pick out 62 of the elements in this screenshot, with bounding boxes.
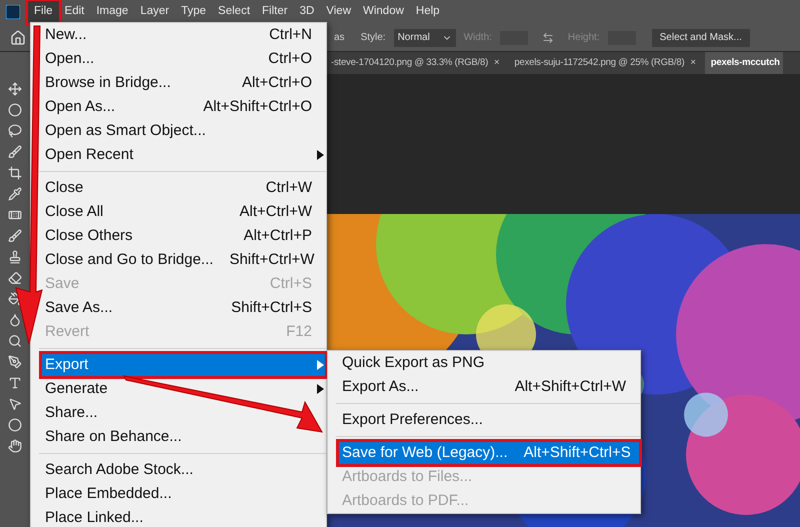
option-label: as [334,31,345,45]
pointer-icon[interactable] [8,397,22,411]
bandage-icon[interactable] [8,208,22,222]
hand-icon[interactable] [8,439,22,453]
menu-item[interactable]: Share on Behance... [41,425,326,449]
close-tab-button[interactable]: × [690,56,702,70]
menu-bar-item[interactable]: Image [90,1,134,23]
menu-bar-item[interactable]: Help [410,1,446,23]
menu-item[interactable]: Close All Alt+Ctrl+W [41,200,326,224]
swap-icon[interactable] [542,32,554,44]
menu-bar-item[interactable]: Select [212,1,256,23]
menu-item[interactable]: Export Preferences... [338,408,640,432]
menu-item[interactable]: Quick Export as PNG [338,351,640,375]
menu-item[interactable]: Place Linked... [41,506,326,527]
menu-item[interactable]: Save for Web (Legacy)... Alt+Shift+Ctrl+S [338,441,640,465]
menu-item[interactable]: Close and Go to Bridge... Shift+Ctrl+W [41,248,326,272]
magnifier-icon[interactable] [8,334,22,348]
menu-bar-item[interactable]: 3D [294,1,320,23]
menu-item[interactable]: New... Ctrl+N [41,23,326,47]
menu-bar-item[interactable]: Edit [58,1,90,23]
menu-bar-item[interactable]: Layer [134,1,176,23]
menu-bar-item[interactable]: File [28,1,59,23]
menu-item[interactable]: Open... Ctrl+O [41,47,326,71]
menu-bar-item[interactable]: Window [357,1,410,23]
document-tab[interactable]: pexels-mccutch [704,52,783,74]
menu-item[interactable]: Save As... Shift+Ctrl+S [41,296,326,320]
option-label: Style: [360,31,386,45]
menu-bar-item[interactable]: Filter [256,1,294,23]
droplet-icon[interactable] [8,313,22,327]
crop-icon[interactable] [8,166,22,180]
marquee-icon[interactable] [8,103,22,117]
document-tab[interactable]: pexels-suju-1172542.png @ 25% (RGB/8) × [508,52,705,74]
ellipse-icon[interactable] [8,418,22,432]
menu-item[interactable]: Generate [41,377,326,401]
type-icon[interactable] [8,376,22,390]
app-logo-icon [6,5,20,19]
eyedropper-icon[interactable] [8,187,22,201]
menu-item[interactable]: Export As... Alt+Shift+Ctrl+W [338,375,640,399]
menu-item[interactable]: Open Recent [41,143,326,167]
menu-item[interactable]: Open As... Alt+Shift+Ctrl+O [41,95,326,119]
menu-bar-item[interactable]: View [320,1,357,23]
select-and-mask-button[interactable]: Select and Mask... [652,28,750,46]
brush-icon[interactable] [8,145,22,159]
document-tab[interactable]: -steve-1704120.png @ 33.3% (RGB/8) × [328,52,508,74]
menu-item[interactable]: Close Others Alt+Ctrl+P [41,224,326,248]
style-dropdown[interactable]: Normal [394,28,456,46]
close-tab-button[interactable]: × [494,56,506,70]
lasso-icon[interactable] [8,124,22,138]
menu-item[interactable]: Export [41,353,326,377]
menu-item[interactable]: Open as Smart Object... [41,119,326,143]
home-icon[interactable] [10,30,26,46]
stamp-icon[interactable] [8,250,22,264]
menu-item[interactable]: Close Ctrl+W [41,176,326,200]
eraser-icon[interactable] [8,271,22,285]
menu-item[interactable]: Browse in Bridge... Alt+Ctrl+O [41,71,326,95]
pen-icon[interactable] [8,355,22,369]
menu-item[interactable]: Place Embedded... [41,482,326,506]
move-icon[interactable] [8,82,22,96]
menu-item[interactable]: Share... [41,401,326,425]
brush-icon[interactable] [8,229,22,243]
menu-item[interactable]: Search Adobe Stock... [41,458,326,482]
menu-bar-item[interactable]: Type [175,1,212,23]
